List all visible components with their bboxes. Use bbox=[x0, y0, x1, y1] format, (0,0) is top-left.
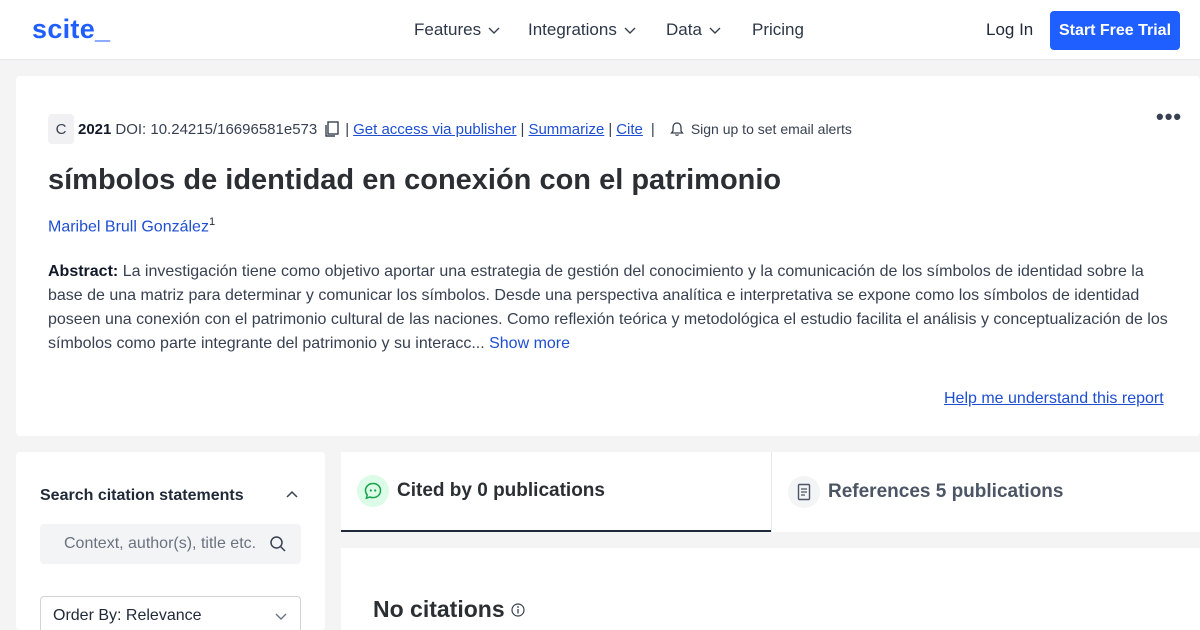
no-citations-heading: No citations bbox=[373, 596, 525, 623]
search-field bbox=[40, 524, 301, 564]
tab-cited-by-label: Cited by 0 publications bbox=[397, 480, 605, 501]
nav-features-label: Features bbox=[414, 20, 482, 39]
top-nav: scite_ Features Integrations Data Pricin… bbox=[0, 0, 1200, 60]
doi-text: DOI: 10.24215/16696581e573 bbox=[115, 120, 318, 138]
abstract: Abstract: La investigación tiene como ob… bbox=[48, 260, 1178, 356]
email-alerts-link[interactable]: Sign up to set email alerts bbox=[691, 121, 852, 137]
citation-search-panel: Search citation statements Order By: Rel… bbox=[16, 452, 325, 630]
info-icon[interactable] bbox=[511, 602, 525, 617]
separator: | bbox=[650, 120, 655, 138]
show-more-link[interactable]: Show more bbox=[489, 335, 570, 352]
search-input[interactable] bbox=[64, 535, 259, 553]
nav-data-label: Data bbox=[666, 20, 702, 39]
tab-cited-by[interactable]: Cited by 0 publications bbox=[341, 452, 771, 532]
tab-references[interactable]: References 5 publications bbox=[771, 452, 1200, 532]
no-citations-text: No citations bbox=[373, 596, 505, 622]
nav-pricing-label: Pricing bbox=[752, 20, 804, 39]
nav-integrations-label: Integrations bbox=[528, 20, 617, 39]
publication-badge: C bbox=[48, 114, 74, 144]
abstract-label: Abstract: bbox=[48, 263, 119, 280]
nav-data[interactable]: Data bbox=[666, 20, 722, 40]
separator: | bbox=[345, 120, 350, 138]
tab-references-label: References 5 publications bbox=[828, 481, 1064, 502]
document-icon bbox=[788, 476, 820, 508]
chevron-down-icon bbox=[488, 27, 500, 34]
order-by-select[interactable]: Order By: Relevance bbox=[40, 596, 301, 630]
report-card: C 2021 DOI: 10.24215/16696581e573 | Get … bbox=[16, 76, 1200, 436]
abstract-text: La investigación tiene como objetivo apo… bbox=[48, 263, 1168, 352]
scite-logo[interactable]: scite_ bbox=[32, 14, 110, 45]
chevron-down-icon bbox=[709, 27, 721, 34]
chevron-down-icon bbox=[624, 27, 636, 34]
search-heading: Search citation statements bbox=[40, 487, 244, 504]
nav-features[interactable]: Features bbox=[414, 20, 501, 40]
login-link[interactable]: Log In bbox=[986, 20, 1033, 40]
author-affiliation-number: 1 bbox=[208, 216, 216, 228]
access-publisher-link[interactable]: Get access via publisher bbox=[353, 121, 516, 138]
start-free-trial-button[interactable]: Start Free Trial bbox=[1050, 11, 1180, 50]
author-link[interactable]: Maribel Brull González1 bbox=[48, 216, 215, 236]
cite-link[interactable]: Cite bbox=[616, 121, 643, 138]
separator: | bbox=[608, 120, 613, 138]
author-name[interactable]: Maribel Brull González bbox=[48, 218, 209, 235]
nav-integrations[interactable]: Integrations bbox=[528, 20, 637, 40]
report-title: símbolos de identidad en conexión con el… bbox=[48, 164, 782, 196]
separator: | bbox=[520, 120, 525, 138]
bell-icon[interactable] bbox=[669, 121, 685, 137]
publication-year: 2021 bbox=[78, 120, 112, 138]
more-options-icon[interactable]: ••• bbox=[1156, 104, 1182, 130]
report-meta: C 2021 DOI: 10.24215/16696581e573 | Get … bbox=[48, 114, 852, 144]
summarize-link[interactable]: Summarize bbox=[528, 121, 604, 138]
chevron-down-icon bbox=[275, 613, 287, 620]
nav-pricing[interactable]: Pricing bbox=[752, 20, 804, 40]
citations-results: No citations bbox=[341, 548, 1200, 630]
help-understand-link[interactable]: Help me understand this report bbox=[944, 390, 1164, 408]
quote-bubble-icon bbox=[357, 475, 389, 507]
search-icon[interactable] bbox=[269, 535, 287, 553]
order-by-value: Order By: Relevance bbox=[53, 607, 202, 624]
chevron-up-icon[interactable] bbox=[284, 486, 300, 502]
copy-icon[interactable] bbox=[323, 120, 341, 138]
citation-tabs: Cited by 0 publications References 5 pub… bbox=[341, 452, 1200, 532]
